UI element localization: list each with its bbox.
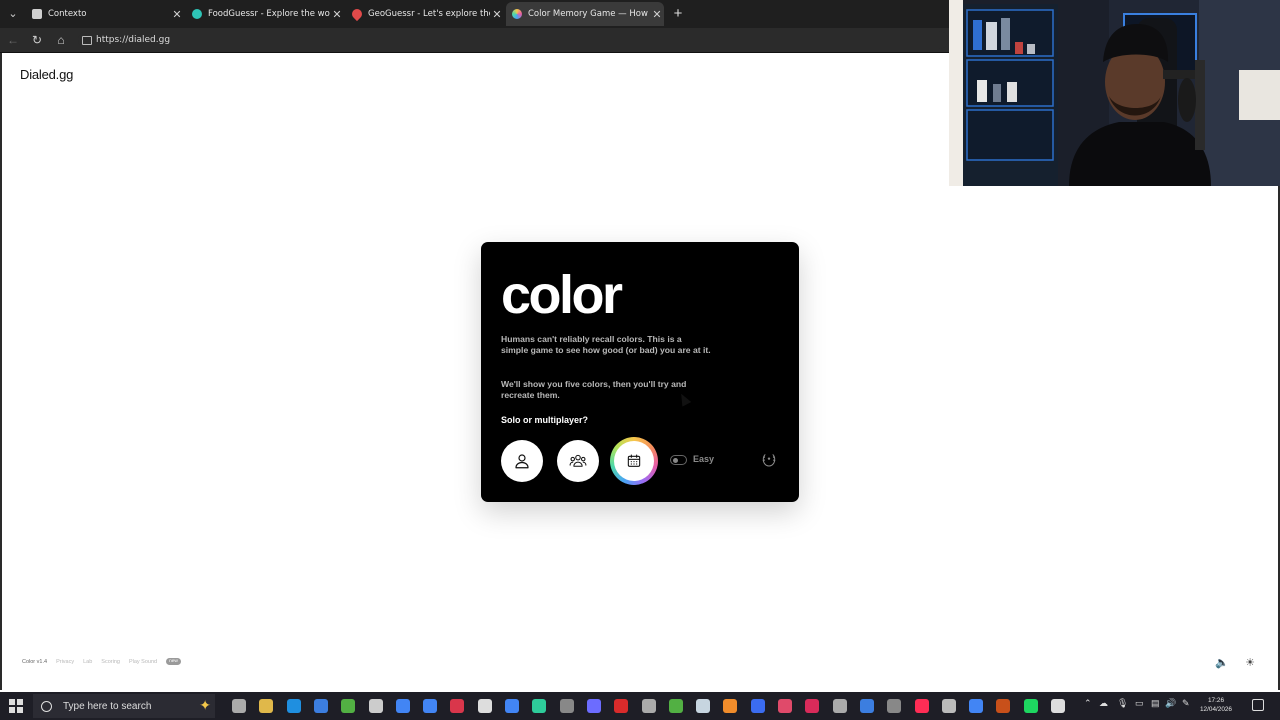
tray-overflow-icon[interactable]: ⌃ [1084,698,1092,709]
taskbar-app-icon[interactable] [368,699,383,713]
taskbar-app-icon[interactable] [532,699,547,713]
tab-foodguessr[interactable]: FoodGuessr - Explore the world by ✕ [186,2,344,26]
reload-icon[interactable]: ↻ [29,32,45,48]
url-text: https://dialed.gg [96,35,171,45]
taskbar-app-icon[interactable] [614,699,629,713]
taskbar-app-icon[interactable] [505,699,519,713]
tab-color-memory-game[interactable]: Color Memory Game — How Well ✕ [506,2,664,26]
close-tab-icon[interactable]: ✕ [170,8,184,21]
close-tab-icon[interactable]: ✕ [490,8,504,21]
taskbar-app-icon[interactable] [423,699,438,713]
volume-icon[interactable]: 🔊 [1165,698,1176,709]
taskbar-app-icon[interactable] [341,699,356,713]
group-icon [569,454,587,467]
scoring-link[interactable]: Scoring [101,659,120,665]
search-icon [41,700,52,712]
sound-icon[interactable]: 🔈 [1215,656,1229,670]
site-logo[interactable]: Dialed.gg [20,67,73,82]
taskbar-app-icon[interactable] [914,699,929,713]
color-wheel-favicon-icon [512,9,522,19]
microphone-icon[interactable]: 🎙 [1117,698,1128,709]
new-tab-plus-icon[interactable]: + [670,4,686,24]
windows-taskbar: Type here to search ✦ ⌃ ☁ 🎙 ▭ ▤ 🔊 ✎ 17:2… [0,692,1280,720]
multiplayer-mode-button[interactable] [557,440,599,482]
clock-date: 12/04/2026 [1200,706,1232,713]
url-field[interactable]: https://dialed.gg [78,31,948,49]
footer-links: Color v1.4 Privacy Lab Scoring Play Soun… [22,658,181,665]
solo-mode-button[interactable] [501,440,543,482]
taskbar-app-icon[interactable] [996,699,1011,713]
system-clock[interactable]: 17:26 12/04/2026 [1196,696,1236,714]
taskbar-app-icon[interactable] [232,699,246,713]
network-icon[interactable]: ▭ [1135,698,1144,709]
webcam-video-image [949,0,1280,186]
taskbar-search-box[interactable]: Type here to search ✦ [33,694,215,718]
copilot-sparkle-icon[interactable]: ✦ [199,697,211,714]
theme-sun-icon[interactable]: ☀ [1243,656,1257,670]
taskbar-app-icon[interactable] [559,699,574,713]
easy-mode-toggle[interactable] [670,455,687,465]
tab-title: FoodGuessr - Explore the world by [208,9,330,19]
webcam-overlay [949,0,1280,186]
tab-title: GeoGuessr - Let's explore the wor [368,9,490,19]
taskbar-app-icon[interactable] [395,699,410,713]
easy-toggle-label[interactable]: Easy [693,454,714,464]
taskbar-app-icon[interactable] [723,699,738,713]
back-arrow-icon[interactable]: ← [5,32,21,48]
taskbar-app-icon[interactable] [696,699,711,713]
color-game-card: color Humans can't reliably recall color… [481,242,799,502]
taskbar-app-icon[interactable] [1023,699,1038,713]
privacy-link[interactable]: Privacy [56,659,74,665]
taskbar-app-icon[interactable] [450,699,465,713]
taskbar-app-icon[interactable] [477,699,492,713]
new-badge: new [166,658,181,665]
onedrive-cloud-icon[interactable]: ☁ [1099,698,1108,709]
leaderboard-laurel-icon[interactable] [761,452,777,468]
taskbar-app-icon[interactable] [887,699,902,713]
game-title: color [501,265,623,325]
taskbar-app-icon[interactable] [286,699,301,713]
taskbar-app-icon[interactable] [969,699,984,713]
notifications-icon[interactable] [1252,699,1264,711]
play-sound-link[interactable]: Play Sound [129,659,157,665]
taskbar-app-icon[interactable] [941,699,956,713]
pen-icon[interactable]: ✎ [1182,698,1190,709]
taskbar-app-icon[interactable] [1051,699,1065,713]
map-pin-favicon-icon [349,6,365,22]
taskbar-app-icon[interactable] [641,699,656,713]
clock-time: 17:26 [1208,697,1224,704]
tab-title: Color Memory Game — How Well [528,9,650,19]
windows-start-icon[interactable] [9,699,23,713]
version-label: Color v1.4 [22,658,48,665]
taskbar-app-icon[interactable] [859,699,874,713]
taskbar-search-placeholder: Type here to search [63,700,152,712]
tab-geoguessr[interactable]: GeoGuessr - Let's explore the wor ✕ [346,2,504,26]
taskbar-app-icon[interactable] [313,699,328,713]
intro-paragraph: Humans can't reliably recall colors. Thi… [501,334,711,356]
foodguessr-favicon-icon [192,9,202,19]
close-tab-icon[interactable]: ✕ [330,8,344,21]
battery-icon[interactable]: ▤ [1151,698,1160,709]
tab-contexto[interactable]: Contexto ✕ [26,2,184,26]
taskbar-app-icon[interactable] [668,699,683,713]
mode-question: Solo or multiplayer? [501,415,589,425]
tab-list-menu-icon[interactable]: ⌄ [0,0,26,28]
close-tab-icon[interactable]: ✕ [650,8,664,21]
person-icon [515,454,529,469]
calendar-icon [627,454,641,467]
taskbar-app-icon[interactable] [586,699,601,713]
daily-button-face [614,441,654,481]
lab-link[interactable]: Lab [83,659,92,665]
daily-mode-button[interactable] [610,437,658,485]
page-favicon-icon [32,9,42,19]
lock-icon [82,36,92,45]
toggle-knob [672,457,678,463]
taskbar-app-icon[interactable] [259,699,274,713]
taskbar-app-icon[interactable] [750,699,765,713]
tab-title: Contexto [48,9,87,19]
home-icon[interactable]: ⌂ [53,32,69,48]
taskbar-app-icon[interactable] [832,699,847,713]
taskbar-app-icon[interactable] [778,699,792,713]
taskbar-app-icon[interactable] [805,699,820,713]
